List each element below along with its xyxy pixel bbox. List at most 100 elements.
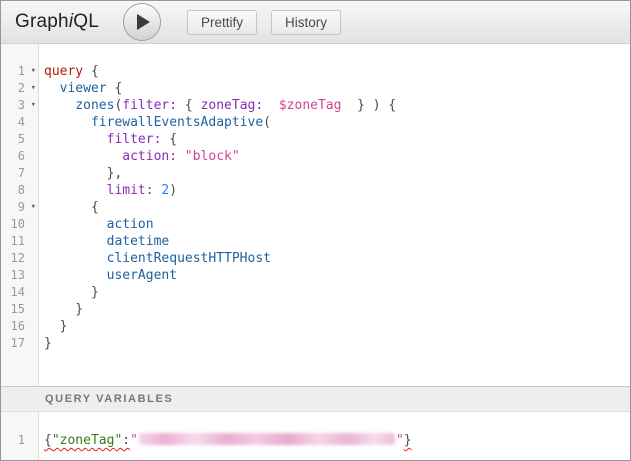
line-number: 6 [1,148,38,165]
variables-editor-gutter: 1 [1,412,39,460]
code-token: filter: [122,98,177,113]
code-line: userAgent [44,267,630,284]
line-number: 9▾ [1,199,38,216]
code-token: { [44,433,52,448]
code-line: } [44,284,630,301]
execute-query-button[interactable] [123,3,161,41]
prettify-button[interactable]: Prettify [187,10,257,35]
line-number: 8 [1,182,38,199]
line-number: 1 [1,432,38,449]
code-token: " [130,433,138,448]
code-token: zoneTag: [201,98,264,113]
code-line: }, [44,165,630,182]
code-token: zones [75,98,114,113]
code-token: action: [122,149,177,164]
code-line: } [44,301,630,318]
code-token: } [404,433,412,448]
line-number: 4 [1,114,38,131]
line-number: 11 [1,233,38,250]
code-line: firewallEventsAdaptive( [44,114,630,131]
code-line: action: "block" [44,148,630,165]
logo-text: Graph [15,11,69,32]
code-token: } [44,319,67,334]
code-line: query { [44,63,630,80]
code-token [44,268,107,283]
line-number: 3▾ [1,97,38,114]
code-token: } [44,285,99,300]
code-token: { [107,81,123,96]
code-token [44,149,122,164]
code-token [44,81,60,96]
code-token: }, [44,166,122,181]
graphiql-logo: GraphiQL [15,11,99,33]
code-token: "zoneTag" [52,433,122,448]
code-token: } [44,336,52,351]
code-token [177,149,185,164]
code-line: zones(filter: { zoneTag: $zoneTag } ) { [44,97,630,114]
code-token: : [122,433,130,448]
code-token: } ) { [341,98,396,113]
code-line: action [44,216,630,233]
toolbar: GraphiQL Prettify History [1,1,630,44]
query-editor-code[interactable]: query { viewer { zones(filter: { zoneTag… [39,44,630,386]
code-token: userAgent [107,268,177,283]
code-token [263,98,279,113]
code-token: clientRequestHTTPHost [107,251,271,266]
variables-editor[interactable]: 1 {"zoneTag":""} [1,412,630,460]
code-line: clientRequestHTTPHost [44,250,630,267]
code-token: { [44,200,99,215]
line-number: 13 [1,267,38,284]
logo-text: QL [73,11,99,32]
code-token [44,115,91,130]
code-token [44,132,107,147]
fold-arrow-icon[interactable]: ▾ [31,63,36,80]
code-line: } [44,318,630,335]
fold-arrow-icon[interactable]: ▾ [31,199,36,216]
code-token [44,183,107,198]
code-token: " [396,433,404,448]
code-token: query [44,64,83,79]
line-number: 1▾ [1,63,38,80]
redacted-value-blob [139,433,395,445]
variables-editor-code[interactable]: {"zoneTag":""} [39,412,630,460]
code-token: action [107,217,154,232]
line-number: 7 [1,165,38,182]
code-token: $zoneTag [279,98,342,113]
code-line: filter: { [44,131,630,148]
code-token [44,234,107,249]
line-number: 14 [1,284,38,301]
code-token: } [44,302,83,317]
code-token: filter: [107,132,162,147]
code-token: ( [263,115,271,130]
code-line: { [44,199,630,216]
fold-arrow-icon[interactable]: ▾ [31,97,36,114]
fold-arrow-icon[interactable]: ▾ [31,80,36,97]
code-token: { [83,64,99,79]
code-token: limit: [107,183,154,198]
code-token: viewer [60,81,107,96]
code-token: ) [169,183,177,198]
query-editor[interactable]: 1▾2▾3▾456789▾1011121314151617 query { vi… [1,44,630,386]
play-icon [137,14,150,30]
code-line: datetime [44,233,630,250]
code-token: datetime [107,234,170,249]
code-token: { [161,132,177,147]
code-line: {"zoneTag":""} [44,432,630,449]
line-number: 17 [1,335,38,352]
code-line: limit: 2) [44,182,630,199]
line-number: 2▾ [1,80,38,97]
line-number: 12 [1,250,38,267]
line-number: 15 [1,301,38,318]
code-token [44,98,75,113]
code-token [44,251,107,266]
query-variables-title-bar[interactable]: QUERY VARIABLES [1,386,630,412]
code-token: { [177,98,200,113]
history-button[interactable]: History [271,10,341,35]
code-line: viewer { [44,80,630,97]
code-line: } [44,335,630,352]
graphiql-window: GraphiQL Prettify History 1▾2▾3▾456789▾1… [0,0,631,461]
query-editor-gutter: 1▾2▾3▾456789▾1011121314151617 [1,44,39,386]
line-number: 10 [1,216,38,233]
line-number: 5 [1,131,38,148]
line-number: 16 [1,318,38,335]
